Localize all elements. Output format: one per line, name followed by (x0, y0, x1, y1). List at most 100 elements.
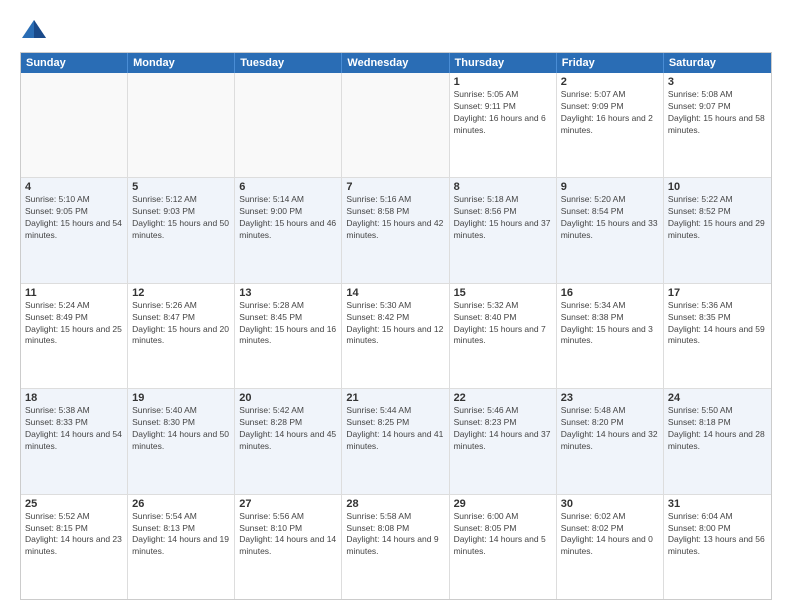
day-header-saturday: Saturday (664, 53, 771, 73)
calendar-cell: 3 Sunrise: 5:08 AMSunset: 9:07 PMDayligh… (664, 73, 771, 177)
calendar-cell: 12 Sunrise: 5:26 AMSunset: 8:47 PMDaylig… (128, 284, 235, 388)
day-header-sunday: Sunday (21, 53, 128, 73)
calendar-cell (235, 73, 342, 177)
cell-date: 30 (561, 498, 659, 510)
cell-date: 11 (25, 287, 123, 299)
cell-info: Sunrise: 5:22 AMSunset: 8:52 PMDaylight:… (668, 194, 765, 240)
calendar-cell: 4 Sunrise: 5:10 AMSunset: 9:05 PMDayligh… (21, 178, 128, 282)
cell-date: 3 (668, 76, 767, 88)
calendar-cell: 20 Sunrise: 5:42 AMSunset: 8:28 PMDaylig… (235, 389, 342, 493)
cell-date: 12 (132, 287, 230, 299)
cell-info: Sunrise: 5:52 AMSunset: 8:15 PMDaylight:… (25, 511, 122, 557)
cell-info: Sunrise: 5:42 AMSunset: 8:28 PMDaylight:… (239, 405, 336, 451)
cell-date: 28 (346, 498, 444, 510)
day-header-tuesday: Tuesday (235, 53, 342, 73)
cell-info: Sunrise: 5:46 AMSunset: 8:23 PMDaylight:… (454, 405, 551, 451)
cell-info: Sunrise: 6:04 AMSunset: 8:00 PMDaylight:… (668, 511, 765, 557)
cell-info: Sunrise: 5:38 AMSunset: 8:33 PMDaylight:… (25, 405, 122, 451)
cell-date: 18 (25, 392, 123, 404)
cell-info: Sunrise: 5:16 AMSunset: 8:58 PMDaylight:… (346, 194, 443, 240)
cell-date: 21 (346, 392, 444, 404)
cell-info: Sunrise: 5:32 AMSunset: 8:40 PMDaylight:… (454, 300, 546, 346)
calendar-cell: 31 Sunrise: 6:04 AMSunset: 8:00 PMDaylig… (664, 495, 771, 599)
calendar-header: SundayMondayTuesdayWednesdayThursdayFrid… (21, 53, 771, 73)
calendar-cell: 7 Sunrise: 5:16 AMSunset: 8:58 PMDayligh… (342, 178, 449, 282)
calendar-cell: 8 Sunrise: 5:18 AMSunset: 8:56 PMDayligh… (450, 178, 557, 282)
cell-info: Sunrise: 5:34 AMSunset: 8:38 PMDaylight:… (561, 300, 653, 346)
calendar-week-5: 25 Sunrise: 5:52 AMSunset: 8:15 PMDaylig… (21, 495, 771, 599)
calendar-cell: 18 Sunrise: 5:38 AMSunset: 8:33 PMDaylig… (21, 389, 128, 493)
cell-date: 17 (668, 287, 767, 299)
cell-info: Sunrise: 6:02 AMSunset: 8:02 PMDaylight:… (561, 511, 653, 557)
day-header-monday: Monday (128, 53, 235, 73)
calendar-cell (128, 73, 235, 177)
calendar-cell: 23 Sunrise: 5:48 AMSunset: 8:20 PMDaylig… (557, 389, 664, 493)
calendar-cell: 24 Sunrise: 5:50 AMSunset: 8:18 PMDaylig… (664, 389, 771, 493)
cell-info: Sunrise: 5:10 AMSunset: 9:05 PMDaylight:… (25, 194, 122, 240)
calendar-cell: 21 Sunrise: 5:44 AMSunset: 8:25 PMDaylig… (342, 389, 449, 493)
cell-date: 26 (132, 498, 230, 510)
cell-date: 27 (239, 498, 337, 510)
cell-date: 2 (561, 76, 659, 88)
calendar-cell: 19 Sunrise: 5:40 AMSunset: 8:30 PMDaylig… (128, 389, 235, 493)
cell-date: 8 (454, 181, 552, 193)
calendar-cell: 26 Sunrise: 5:54 AMSunset: 8:13 PMDaylig… (128, 495, 235, 599)
calendar-cell (342, 73, 449, 177)
cell-date: 24 (668, 392, 767, 404)
calendar-cell: 9 Sunrise: 5:20 AMSunset: 8:54 PMDayligh… (557, 178, 664, 282)
cell-date: 14 (346, 287, 444, 299)
cell-info: Sunrise: 5:14 AMSunset: 9:00 PMDaylight:… (239, 194, 336, 240)
cell-date: 10 (668, 181, 767, 193)
calendar-cell: 29 Sunrise: 6:00 AMSunset: 8:05 PMDaylig… (450, 495, 557, 599)
cell-date: 1 (454, 76, 552, 88)
cell-info: Sunrise: 5:08 AMSunset: 9:07 PMDaylight:… (668, 89, 765, 135)
cell-info: Sunrise: 5:30 AMSunset: 8:42 PMDaylight:… (346, 300, 443, 346)
cell-info: Sunrise: 5:48 AMSunset: 8:20 PMDaylight:… (561, 405, 658, 451)
cell-info: Sunrise: 5:28 AMSunset: 8:45 PMDaylight:… (239, 300, 336, 346)
calendar-body: 1 Sunrise: 5:05 AMSunset: 9:11 PMDayligh… (21, 73, 771, 599)
calendar-week-2: 4 Sunrise: 5:10 AMSunset: 9:05 PMDayligh… (21, 178, 771, 283)
cell-info: Sunrise: 5:36 AMSunset: 8:35 PMDaylight:… (668, 300, 765, 346)
cell-info: Sunrise: 5:44 AMSunset: 8:25 PMDaylight:… (346, 405, 443, 451)
cell-date: 5 (132, 181, 230, 193)
cell-info: Sunrise: 5:12 AMSunset: 9:03 PMDaylight:… (132, 194, 229, 240)
cell-info: Sunrise: 5:18 AMSunset: 8:56 PMDaylight:… (454, 194, 551, 240)
cell-date: 23 (561, 392, 659, 404)
logo (20, 16, 52, 44)
calendar-cell: 5 Sunrise: 5:12 AMSunset: 9:03 PMDayligh… (128, 178, 235, 282)
cell-info: Sunrise: 5:20 AMSunset: 8:54 PMDaylight:… (561, 194, 658, 240)
cell-date: 6 (239, 181, 337, 193)
cell-info: Sunrise: 5:58 AMSunset: 8:08 PMDaylight:… (346, 511, 438, 557)
calendar-week-1: 1 Sunrise: 5:05 AMSunset: 9:11 PMDayligh… (21, 73, 771, 178)
calendar-cell: 15 Sunrise: 5:32 AMSunset: 8:40 PMDaylig… (450, 284, 557, 388)
calendar-cell: 25 Sunrise: 5:52 AMSunset: 8:15 PMDaylig… (21, 495, 128, 599)
cell-date: 15 (454, 287, 552, 299)
cell-date: 9 (561, 181, 659, 193)
cell-date: 31 (668, 498, 767, 510)
calendar-cell: 10 Sunrise: 5:22 AMSunset: 8:52 PMDaylig… (664, 178, 771, 282)
cell-info: Sunrise: 5:05 AMSunset: 9:11 PMDaylight:… (454, 89, 546, 135)
calendar-week-4: 18 Sunrise: 5:38 AMSunset: 8:33 PMDaylig… (21, 389, 771, 494)
header (20, 16, 772, 44)
day-header-friday: Friday (557, 53, 664, 73)
day-header-wednesday: Wednesday (342, 53, 449, 73)
calendar-cell: 30 Sunrise: 6:02 AMSunset: 8:02 PMDaylig… (557, 495, 664, 599)
calendar-cell: 16 Sunrise: 5:34 AMSunset: 8:38 PMDaylig… (557, 284, 664, 388)
cell-date: 16 (561, 287, 659, 299)
calendar-cell: 1 Sunrise: 5:05 AMSunset: 9:11 PMDayligh… (450, 73, 557, 177)
cell-date: 29 (454, 498, 552, 510)
calendar-cell: 2 Sunrise: 5:07 AMSunset: 9:09 PMDayligh… (557, 73, 664, 177)
cell-date: 25 (25, 498, 123, 510)
day-header-thursday: Thursday (450, 53, 557, 73)
cell-info: Sunrise: 5:07 AMSunset: 9:09 PMDaylight:… (561, 89, 653, 135)
cell-date: 7 (346, 181, 444, 193)
calendar-cell: 6 Sunrise: 5:14 AMSunset: 9:00 PMDayligh… (235, 178, 342, 282)
logo-icon (20, 16, 48, 44)
calendar-week-3: 11 Sunrise: 5:24 AMSunset: 8:49 PMDaylig… (21, 284, 771, 389)
cell-date: 19 (132, 392, 230, 404)
calendar-cell: 14 Sunrise: 5:30 AMSunset: 8:42 PMDaylig… (342, 284, 449, 388)
cell-date: 20 (239, 392, 337, 404)
calendar-cell (21, 73, 128, 177)
cell-info: Sunrise: 5:40 AMSunset: 8:30 PMDaylight:… (132, 405, 229, 451)
cell-info: Sunrise: 5:26 AMSunset: 8:47 PMDaylight:… (132, 300, 229, 346)
